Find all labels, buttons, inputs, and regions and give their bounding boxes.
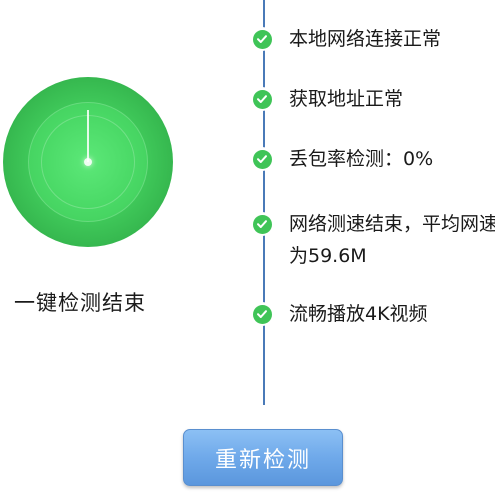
step-item-local-network: 本地网络连接正常 xyxy=(250,27,495,55)
check-circle-icon xyxy=(250,87,274,111)
check-circle-icon xyxy=(250,27,274,51)
step-item-speed-test: 网络测速结束，平均网速为59.6M xyxy=(250,212,495,272)
step-item-4k-playback: 流畅播放4K视频 xyxy=(250,302,495,330)
detection-status-label: 一键检测结束 xyxy=(14,291,146,315)
radar-center-dot xyxy=(84,158,92,166)
step-text: 获取地址正常 xyxy=(289,88,404,110)
timeline-line xyxy=(263,0,265,405)
step-item-address: 获取地址正常 xyxy=(250,87,495,115)
check-circle-icon xyxy=(250,147,274,171)
retest-button[interactable]: 重新检测 xyxy=(183,429,343,486)
radar-indicator xyxy=(3,77,173,247)
step-text: 流畅播放4K视频 xyxy=(289,303,428,325)
step-text: 本地网络连接正常 xyxy=(289,28,442,50)
step-text: 丢包率检测：0% xyxy=(289,148,434,170)
step-text: 网络测速结束，平均网速为59.6M xyxy=(289,213,495,267)
step-item-packet-loss: 丢包率检测：0% xyxy=(250,147,495,175)
check-circle-icon xyxy=(250,302,274,326)
check-circle-icon xyxy=(250,212,274,236)
radar-sweep-line xyxy=(87,110,89,162)
